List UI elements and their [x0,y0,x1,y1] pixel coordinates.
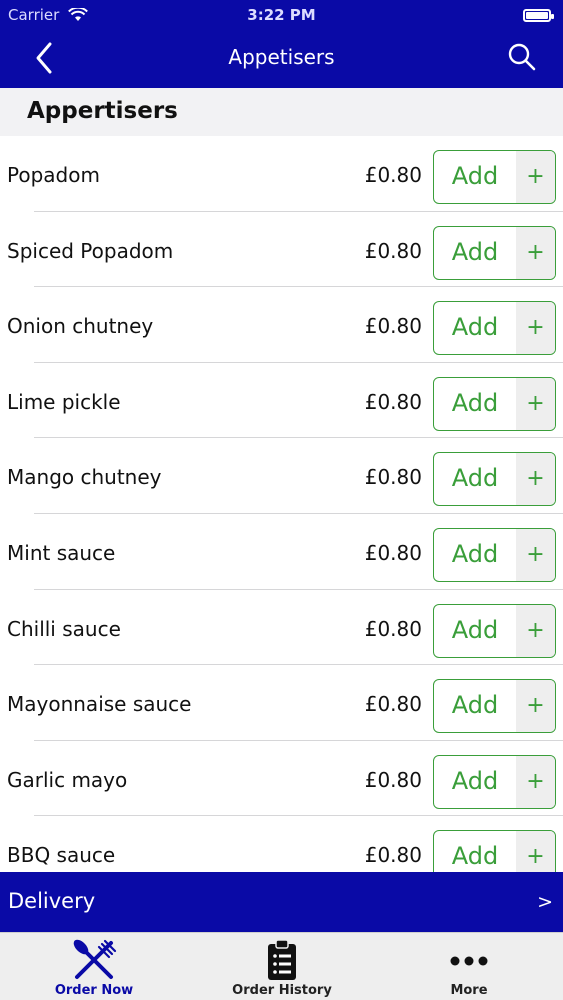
add-button-label: Add [451,691,499,720]
list-item: Mango chutney £0.80 Add + [0,438,563,514]
item-price: £0.80 [364,238,422,263]
section-title: Appertisers [27,98,178,124]
add-button[interactable]: Add + [433,150,556,204]
plus-icon: + [516,755,555,808]
add-button[interactable]: Add + [433,527,556,582]
plus-icon: + [516,680,555,733]
item-price: £0.80 [364,163,422,187]
plus-icon: + [516,453,555,506]
plus-icon: + [516,226,555,279]
add-button[interactable]: Add + [433,603,556,658]
clipboard-list-icon [268,939,296,980]
item-name: BBQ sauce [7,843,116,868]
add-button-label: Add [451,388,499,417]
status-time: 3:22 PM [247,6,316,24]
list-item: Mint sauce £0.80 Add + [0,514,563,590]
top-navigation-bar: Carrier 3:22 PM Appetisers [0,0,563,88]
tab-more[interactable]: More [375,933,563,1000]
item-price: £0.80 [364,843,422,868]
add-button-label: Add [451,766,499,795]
item-name: Onion chutney [7,314,154,339]
item-name: Mango chutney [7,465,162,490]
item-price: £0.80 [364,616,422,641]
item-price: £0.80 [364,465,422,490]
add-button-label: Add [451,615,499,644]
status-bar: Carrier 3:22 PM [0,4,563,26]
add-button[interactable]: Add + [433,830,556,872]
page-title: Appetisers [228,45,335,69]
tab-label: Order History [232,983,332,998]
add-button-label: Add [451,313,499,342]
more-dots-icon [450,956,488,966]
item-price: £0.80 [364,314,422,339]
add-button-label: Add [451,539,499,568]
section-header: Appertisers [0,88,563,136]
battery-icon [523,9,554,22]
add-button-label: Add [451,162,499,190]
add-button[interactable]: Add + [433,679,556,734]
list-item: Garlic mayo £0.80 Add + [0,741,563,817]
menu-item-list: Popadom £0.80 Add + Spiced Popadom £0.80… [0,136,563,872]
add-button[interactable]: Add + [433,452,556,507]
item-name: Chilli sauce [7,616,121,641]
list-item: Mayonnaise sauce £0.80 Add + [0,665,563,741]
list-item: Chilli sauce £0.80 Add + [0,590,563,666]
add-button-label: Add [451,464,499,493]
add-button[interactable]: Add + [433,754,556,809]
add-button[interactable]: Add + [433,376,556,431]
item-price: £0.80 [364,540,422,565]
add-button[interactable]: Add + [433,225,556,280]
tab-label: More [450,983,488,998]
item-name: Mint sauce [7,540,116,565]
tab-bar: Order Now Order History More [0,932,563,1000]
add-button-label: Add [451,237,499,266]
plus-icon: + [516,151,555,203]
plus-icon: + [516,377,555,430]
add-button[interactable]: Add + [433,301,556,356]
item-name: Popadom [7,163,100,187]
plus-icon: + [516,528,555,581]
search-icon[interactable] [507,42,537,72]
delivery-label: Delivery [8,889,96,913]
list-item: Spiced Popadom £0.80 Add + [0,212,563,288]
tab-order-history[interactable]: Order History [188,933,376,1000]
add-button-label: Add [451,842,499,871]
item-price: £0.80 [364,767,422,792]
plus-icon: + [516,604,555,657]
item-name: Lime pickle [7,389,121,414]
plus-icon: + [516,831,555,872]
plus-icon: + [516,302,555,355]
list-item: Popadom £0.80 Add + [0,136,563,212]
tab-order-now[interactable]: Order Now [0,933,188,1000]
list-item: Lime pickle £0.80 Add + [0,363,563,439]
item-name: Garlic mayo [7,767,128,792]
item-price: £0.80 [364,692,422,717]
item-name: Spiced Popadom [7,238,174,263]
delivery-button[interactable]: Delivery > [0,872,563,932]
chevron-right-icon: > [537,891,553,913]
tab-label: Order Now [54,983,134,998]
fork-knife-icon [73,939,117,979]
item-price: £0.80 [364,389,422,414]
item-name: Mayonnaise sauce [7,692,192,717]
list-item: Onion chutney £0.80 Add + [0,287,563,363]
list-item: BBQ sauce £0.80 Add + [0,816,563,872]
